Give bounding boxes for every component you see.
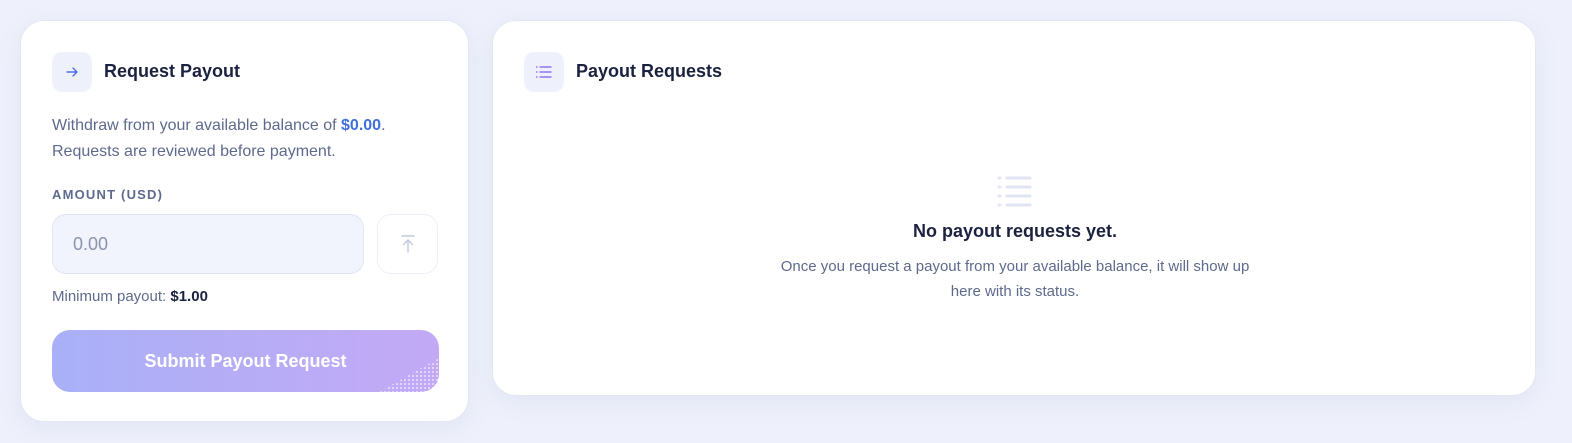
minimum-payout: Minimum payout: $1.00 [52, 288, 208, 305]
payout-description: Withdraw from your available balance of … [52, 113, 442, 165]
amount-input[interactable] [52, 214, 364, 274]
button-dot-pattern [379, 358, 439, 392]
empty-list-icon [997, 176, 1032, 207]
max-amount-button[interactable] [377, 214, 438, 274]
description-line2: Requests are reviewed before payment. [52, 143, 336, 160]
submit-payout-request-button[interactable]: Submit Payout Request [52, 330, 439, 392]
amount-label: AMOUNT (USD) [52, 187, 164, 202]
empty-state-title: No payout requests yet. [912, 221, 1118, 241]
empty-state-description: Once you request a payout from your avai… [780, 258, 1250, 300]
arrow-up-to-line-icon [400, 235, 415, 253]
payout-requests-title: Payout Requests [576, 61, 723, 81]
minimum-payout-value: $1.00 [170, 288, 208, 305]
description-suffix: . [381, 117, 386, 134]
available-balance: $0.00 [341, 117, 382, 134]
submit-button-label: Submit Payout Request [144, 350, 347, 371]
description-prefix: Withdraw from your available balance of [52, 117, 342, 134]
empty-state: No payout requests yet. Once you request… [493, 175, 1537, 304]
request-payout-card: Request Payout Withdraw from your availa… [20, 20, 469, 422]
request-payout-title: Request Payout [104, 61, 241, 81]
list-icon [524, 52, 564, 92]
arrow-right-icon [52, 52, 92, 92]
minimum-payout-label: Minimum payout: [52, 288, 171, 305]
payout-requests-card: Payout Requests No payout requests yet. … [492, 20, 1536, 396]
